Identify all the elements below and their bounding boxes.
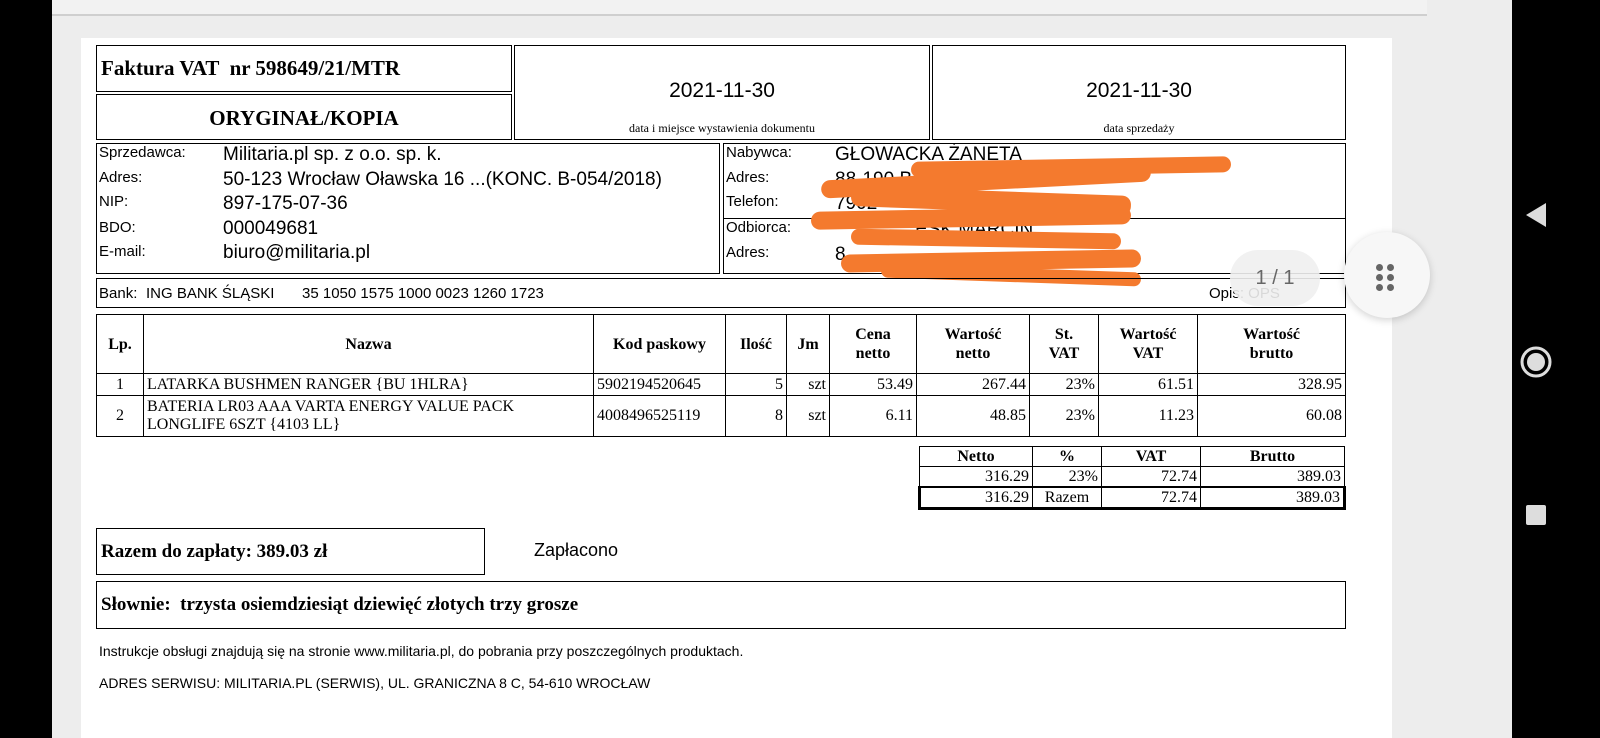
bank-account: 35 1050 1575 1000 0023 1260 1723: [302, 285, 544, 302]
items-header-row: Lp. Nazwa Kod paskowy Ilość Jm Cena netto…: [96, 314, 1346, 374]
summary-header-pct: %: [1032, 446, 1102, 467]
recipient-address-label: Adres:: [726, 244, 770, 261]
bank-name: ING BANK ŚLĄSKI: [146, 285, 275, 302]
issue-date-caption: data i miejsce wystawienia dokumentu: [629, 121, 815, 135]
recents-button[interactable]: [1512, 495, 1600, 535]
cell-gross-value: 60.08: [1197, 395, 1346, 437]
cell-lp: 2: [96, 395, 144, 437]
seller-nip-label: NIP:: [99, 193, 129, 210]
back-button[interactable]: [1512, 195, 1600, 235]
seller-label: Sprzedawca:: [99, 144, 186, 161]
summary-table: Netto % VAT Brutto 316.29 23% 72.74 389.…: [918, 446, 1346, 510]
summary-pct: 23%: [1032, 466, 1102, 488]
summary-header-vat: VAT: [1101, 446, 1201, 467]
page-indicator: 1 / 1: [1230, 250, 1320, 306]
total-gross: 389.03: [1200, 486, 1346, 510]
header-barcode: Kod paskowy: [593, 314, 726, 374]
header-name: Nazwa: [143, 314, 594, 374]
summary-net: 316.29: [919, 466, 1033, 488]
summary-gross: 389.03: [1200, 466, 1345, 488]
triangle-back-icon: [1526, 203, 1546, 227]
cell-vat-value: 61.51: [1098, 373, 1198, 396]
summary-header-row: Netto % VAT Brutto: [919, 446, 1345, 467]
cell-barcode: 4008496525119: [593, 395, 726, 437]
copy-label-box: ORYGINAŁ/KOPIA: [96, 94, 512, 140]
seller-nip: 897-175-07-36: [223, 193, 348, 214]
header-price: Cena netto: [829, 314, 917, 374]
square-recents-icon: [1526, 505, 1546, 525]
bank-row: [96, 278, 1346, 308]
items-table: Lp. Nazwa Kod paskowy Ilość Jm Cena netto…: [96, 314, 1346, 437]
total-net: 316.29: [918, 486, 1033, 510]
cell-net-value: 267.44: [916, 373, 1030, 396]
seller-bdo: 000049681: [223, 218, 319, 239]
header-lp: Lp.: [96, 314, 144, 374]
cell-lp: 1: [96, 373, 144, 396]
cell-barcode: 5902194520645: [593, 373, 726, 396]
bank-label: Bank:: [99, 285, 138, 302]
viewer-menu-button[interactable]: [1344, 232, 1430, 318]
service-address: ADRES SERWISU: MILITARIA.PL (SERWIS), UL…: [99, 675, 651, 691]
cell-vat-rate: 23%: [1029, 373, 1099, 396]
table-row: 1 LATARKA BUSHMEN RANGER {BU 1HLRA} 5902…: [96, 373, 1346, 396]
summary-header-net: Netto: [919, 446, 1033, 467]
sale-date-box: 2021-11-30 data sprzedaży: [932, 45, 1346, 140]
instructions-note: Instrukcje obsługi znajdują się na stron…: [99, 643, 744, 659]
copy-label: ORYGINAŁ/KOPIA: [209, 106, 399, 130]
header-unit: Jm: [786, 314, 830, 374]
total-label: Razem: [1032, 486, 1102, 510]
buyer-phone-label: Telefon:: [726, 193, 779, 210]
amount-in-words-box: Słownie: trzysta osiemdziesiąt dziewięć …: [96, 581, 1346, 629]
cell-price: 6.11: [829, 395, 917, 437]
header-net-value: Wartość netto: [916, 314, 1030, 374]
header-qty: Ilość: [725, 314, 787, 374]
seller-email-label: E-mail:: [99, 243, 146, 260]
sale-date-caption: data sprzedaży: [1103, 121, 1175, 135]
payment-status: Zapłacono: [534, 540, 619, 560]
invoice-page: Faktura VAT nr 598649/21/MTR ORYGINAŁ/KO…: [81, 38, 1392, 738]
header-vat-value: Wartość VAT: [1098, 314, 1198, 374]
sale-date: 2021-11-30: [1086, 79, 1192, 102]
cell-unit: szt: [786, 373, 830, 396]
seller-name: Militaria.pl sp. z o.o. sp. k.: [223, 144, 442, 165]
header-vat-rate: St. VAT: [1029, 314, 1099, 374]
invoice-title-box: Faktura VAT nr 598649/21/MTR: [96, 45, 512, 92]
summary-row: 316.29 23% 72.74 389.03: [919, 466, 1345, 488]
header-gross-value: Wartość brutto: [1197, 314, 1346, 374]
recipient-label: Odbiorca:: [726, 219, 792, 236]
total-vat: 72.74: [1101, 486, 1201, 510]
cell-gross-value: 328.95: [1197, 373, 1346, 396]
seller-address-label: Adres:: [99, 169, 143, 186]
amount-due-box: Razem do zapłaty: 389.03 zł: [96, 528, 485, 575]
viewer-top-edge: [52, 0, 1427, 16]
cell-qty: 5: [725, 373, 787, 396]
cell-vat-value: 11.23: [1098, 395, 1198, 437]
cell-name: BATERIA LR03 AAA VARTA ENERGY VALUE PACK…: [143, 395, 594, 437]
issue-date-box: 2021-11-30 data i miejsce wystawienia do…: [514, 45, 930, 140]
summary-vat: 72.74: [1101, 466, 1201, 488]
circle-home-icon: [1520, 346, 1552, 378]
home-button[interactable]: [1512, 342, 1600, 382]
cell-price: 53.49: [829, 373, 917, 396]
issue-date: 2021-11-30: [669, 79, 775, 102]
table-row: 2 BATERIA LR03 AAA VARTA ENERGY VALUE PA…: [96, 395, 1346, 437]
seller-email: biuro@militaria.pl: [223, 242, 371, 263]
amount-due: Razem do zapłaty: 389.03 zł: [101, 541, 328, 562]
cell-unit: szt: [786, 395, 830, 437]
cell-qty: 8: [725, 395, 787, 437]
buyer-label: Nabywca:: [726, 144, 792, 161]
invoice-title: Faktura VAT nr 598649/21/MTR: [101, 56, 401, 80]
cell-vat-rate: 23%: [1029, 395, 1099, 437]
grid-dots-icon: [1344, 232, 1430, 318]
seller-bdo-label: BDO:: [99, 219, 136, 236]
summary-header-gross: Brutto: [1200, 446, 1345, 467]
summary-total-row: 316.29 Razem 72.74 389.03: [918, 486, 1346, 510]
amount-in-words: Słownie: trzysta osiemdziesiąt dziewięć …: [101, 594, 579, 615]
pdf-viewer[interactable]: Faktura VAT nr 598649/21/MTR ORYGINAŁ/KO…: [52, 0, 1512, 738]
seller-address: 50-123 Wrocław Oławska 16 ...(KONC. B-05…: [223, 169, 662, 190]
system-navigation-bar: [1512, 0, 1600, 738]
cell-net-value: 48.85: [916, 395, 1030, 437]
cell-name: LATARKA BUSHMEN RANGER {BU 1HLRA}: [143, 373, 594, 396]
buyer-address-label: Adres:: [726, 169, 770, 186]
